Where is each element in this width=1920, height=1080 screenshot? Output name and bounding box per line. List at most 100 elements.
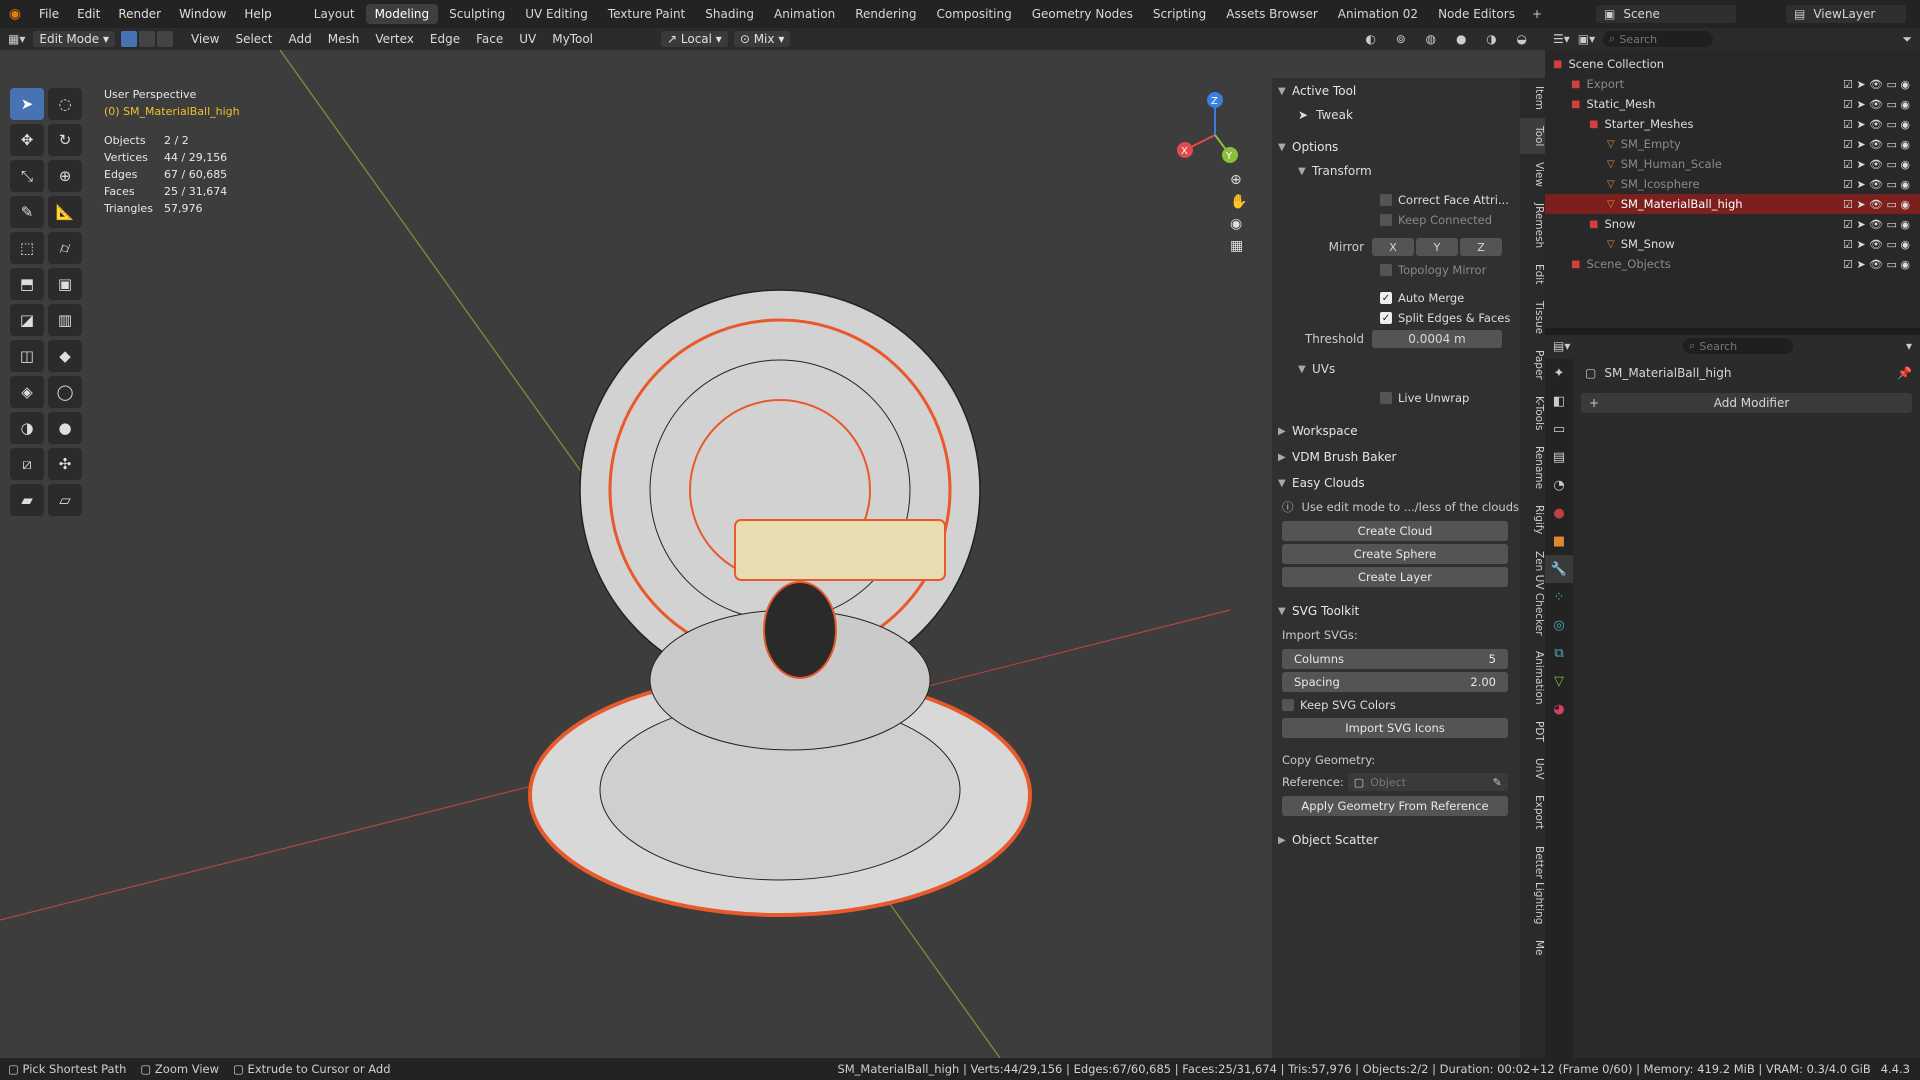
select-box-tool-icon[interactable]: ➤ — [10, 88, 44, 120]
vdm-panel-header[interactable]: ▶ VDM Brush Baker — [1272, 444, 1520, 470]
vtab-rename[interactable]: Rename — [1520, 438, 1545, 497]
auto-merge-checkbox[interactable]: ✓ Auto Merge — [1272, 288, 1520, 308]
live-unwrap-checkbox[interactable]: Live Unwrap — [1272, 388, 1520, 408]
vtab-unv[interactable]: UnV — [1520, 750, 1545, 788]
overlay-icons[interactable]: ◐ ⊚ ◍ ● ◑ ◒ — [1366, 32, 1535, 46]
tab-texture-paint[interactable]: Texture Paint — [599, 4, 694, 24]
import-svg-icons-button[interactable]: Import SVG Icons — [1282, 718, 1508, 738]
menu-render[interactable]: Render — [109, 7, 170, 21]
vtab-animation[interactable]: Animation — [1520, 643, 1545, 713]
editor-type-icon[interactable]: ▤▾ — [1553, 339, 1570, 353]
tab-sculpting[interactable]: Sculpting — [440, 4, 514, 24]
scene-selector[interactable]: ▣ Scene — [1596, 5, 1736, 23]
navigation-gizmo[interactable]: Z X Y — [1170, 90, 1260, 180]
editor-type-icon[interactable]: ▦▾ — [0, 32, 33, 46]
uvs-subheader[interactable]: ▼ UVs — [1272, 358, 1520, 380]
mirror-z-button[interactable]: Z — [1460, 238, 1502, 256]
to-sphere-tool-icon[interactable]: ✣ — [48, 448, 82, 480]
knife-tool-icon[interactable]: ◫ — [10, 340, 44, 372]
columns-field[interactable]: Columns 5 — [1282, 649, 1508, 669]
menu-window[interactable]: Window — [170, 7, 235, 21]
spin-tool-icon[interactable]: ◈ — [10, 376, 44, 408]
display-mode-icon[interactable]: ☰▾ — [1553, 32, 1570, 46]
header-menu-edge[interactable]: Edge — [422, 32, 468, 46]
visibility-icons[interactable]: ☑ ➤ 👁 ▭ ◉ — [1843, 218, 1910, 231]
pan-hand-icon[interactable]: ✋ — [1230, 194, 1247, 210]
checkbox-box[interactable] — [1282, 699, 1294, 711]
correct-face-checkbox[interactable]: Correct Face Attri... — [1272, 190, 1520, 210]
add-cube-tool-icon[interactable]: ⬚ — [10, 232, 44, 264]
object-scatter-panel-header[interactable]: ▶ Object Scatter — [1272, 827, 1520, 853]
funnel-icon[interactable]: ⏷ — [1902, 32, 1912, 47]
bevel-tool-icon[interactable]: ◪ — [10, 304, 44, 336]
tab-geometry-nodes[interactable]: Geometry Nodes — [1023, 4, 1142, 24]
outliner-row[interactable]: ■ Export ☑ ➤ 👁 ▭ ◉ — [1545, 74, 1920, 94]
properties-search[interactable]: ⌕ Search — [1683, 338, 1794, 354]
vtab-rigify[interactable]: Rigify — [1520, 497, 1545, 543]
header-menu-face[interactable]: Face — [468, 32, 511, 46]
workspace-panel-header[interactable]: ▶ Workspace — [1272, 418, 1520, 444]
tab-shading[interactable]: Shading — [696, 4, 763, 24]
header-menu-vertex[interactable]: Vertex — [367, 32, 422, 46]
camera-icon[interactable]: ◉ — [1230, 216, 1247, 232]
zoom-icon[interactable]: ⊕ — [1230, 172, 1247, 188]
checkmark-icon[interactable]: ✓ — [1380, 292, 1392, 304]
pivot-dropdown[interactable]: ⊙ Mix ▾ — [733, 31, 791, 47]
split-edges-checkbox[interactable]: ✓ Split Edges & Faces — [1272, 308, 1520, 328]
vertex-select-icon[interactable] — [120, 31, 137, 47]
tweak-tool-row[interactable]: ➤ Tweak — [1272, 104, 1520, 126]
rotate-tool-icon[interactable]: ↻ — [48, 124, 82, 156]
checkmark-icon[interactable]: ✓ — [1380, 312, 1392, 324]
visibility-icons[interactable]: ☑ ➤ 👁 ▭ ◉ — [1843, 178, 1910, 191]
smooth-tool-icon[interactable]: ◯ — [48, 376, 82, 408]
inset-tool-icon[interactable]: ▣ — [48, 268, 82, 300]
shear-tool-icon[interactable]: ⧄ — [10, 448, 44, 480]
mirror-x-button[interactable]: X — [1372, 238, 1414, 256]
visibility-icons[interactable]: ☑ ➤ 👁 ▭ ◉ — [1843, 138, 1910, 151]
menu-file[interactable]: File — [30, 7, 68, 21]
header-menu-mesh[interactable]: Mesh — [320, 32, 368, 46]
checkbox-box[interactable] — [1380, 214, 1392, 226]
svg-toolkit-panel-header[interactable]: ▼ SVG Toolkit — [1272, 598, 1520, 624]
scene-props-icon[interactable]: ◔ — [1545, 471, 1573, 499]
view-layer-props-icon[interactable]: ▤ — [1545, 443, 1573, 471]
vtab-jremesh[interactable]: JRemesh — [1520, 195, 1545, 256]
transform-subheader[interactable]: ▼ Transform — [1272, 160, 1520, 182]
keep-connected-checkbox[interactable]: Keep Connected — [1272, 210, 1520, 230]
header-menu-uv[interactable]: UV — [511, 32, 544, 46]
outliner-row[interactable]: ▽ SM_Human_Scale ☑ ➤ 👁 ▭ ◉ — [1545, 154, 1920, 174]
tab-modeling[interactable]: Modeling — [365, 4, 439, 24]
outliner-row[interactable]: ▽ SM_MaterialBall_high ☑ ➤ 👁 ▭ ◉ — [1545, 194, 1920, 214]
visibility-icons[interactable]: ☑ ➤ 👁 ▭ ◉ — [1843, 238, 1910, 251]
extrude-tool-icon[interactable]: ⬒ — [10, 268, 44, 300]
orientation-dropdown[interactable]: ↗ Local ▾ — [661, 31, 728, 47]
keep-svg-colors-checkbox[interactable]: Keep SVG Colors — [1272, 695, 1520, 715]
material-ball-mesh[interactable] — [528, 289, 1032, 917]
tab-layout[interactable]: Layout — [305, 4, 364, 24]
vtab-pdt[interactable]: PDT — [1520, 713, 1545, 750]
visibility-icons[interactable]: ☑ ➤ 👁 ▭ ◉ — [1843, 118, 1910, 131]
physics-props-icon[interactable]: ◎ — [1545, 611, 1573, 639]
outliner-row[interactable]: ■ Scene_Objects ☑ ➤ 👁 ▭ ◉ — [1545, 254, 1920, 274]
shrink-tool-icon[interactable]: ● — [48, 412, 82, 444]
select-circle-tool-icon[interactable]: ◌ — [48, 88, 82, 120]
visibility-icons[interactable]: ☑ ➤ 👁 ▭ ◉ — [1843, 198, 1910, 211]
filter-icon[interactable]: ▣▾ — [1578, 32, 1595, 46]
vtab-item[interactable]: Item — [1520, 78, 1545, 118]
vtab-better-lighting[interactable]: Better Lighting — [1520, 838, 1545, 932]
menu-edit[interactable]: Edit — [68, 7, 109, 21]
outliner-row[interactable]: ▽ SM_Snow ☑ ➤ 👁 ▭ ◉ — [1545, 234, 1920, 254]
outliner-row[interactable]: ▽ SM_Empty ☑ ➤ 👁 ▭ ◉ — [1545, 134, 1920, 154]
edge-slide-tool-icon[interactable]: ◑ — [10, 412, 44, 444]
blender-logo-icon[interactable]: ◉ — [0, 6, 30, 22]
select-mode-icons[interactable] — [120, 31, 173, 47]
tab-animation[interactable]: Animation — [765, 4, 844, 24]
topology-mirror-checkbox[interactable]: Topology Mirror — [1272, 260, 1520, 280]
visibility-icons[interactable]: ☑ ➤ 👁 ▭ ◉ — [1843, 158, 1910, 171]
options-panel-header[interactable]: ▼ Options — [1272, 134, 1520, 160]
3d-viewport[interactable]: ➤ ◌ ✥ ↻ ⤡ ⊕ ✎ 📐 ⬚ ⌭ ⬒ ▣ ◪ ▥ ◫ ◆ ◈ ◯ ◑ ● ⧄ ✣ ▰ ▱ User… — [0, 50, 1545, 1058]
data-props-icon[interactable]: ▽ — [1545, 667, 1573, 695]
vtab-tool[interactable]: Tool — [1520, 117, 1545, 155]
menu-help[interactable]: Help — [235, 7, 280, 21]
vtab-zen-uv-checker[interactable]: Zen UV Checker — [1520, 543, 1545, 644]
